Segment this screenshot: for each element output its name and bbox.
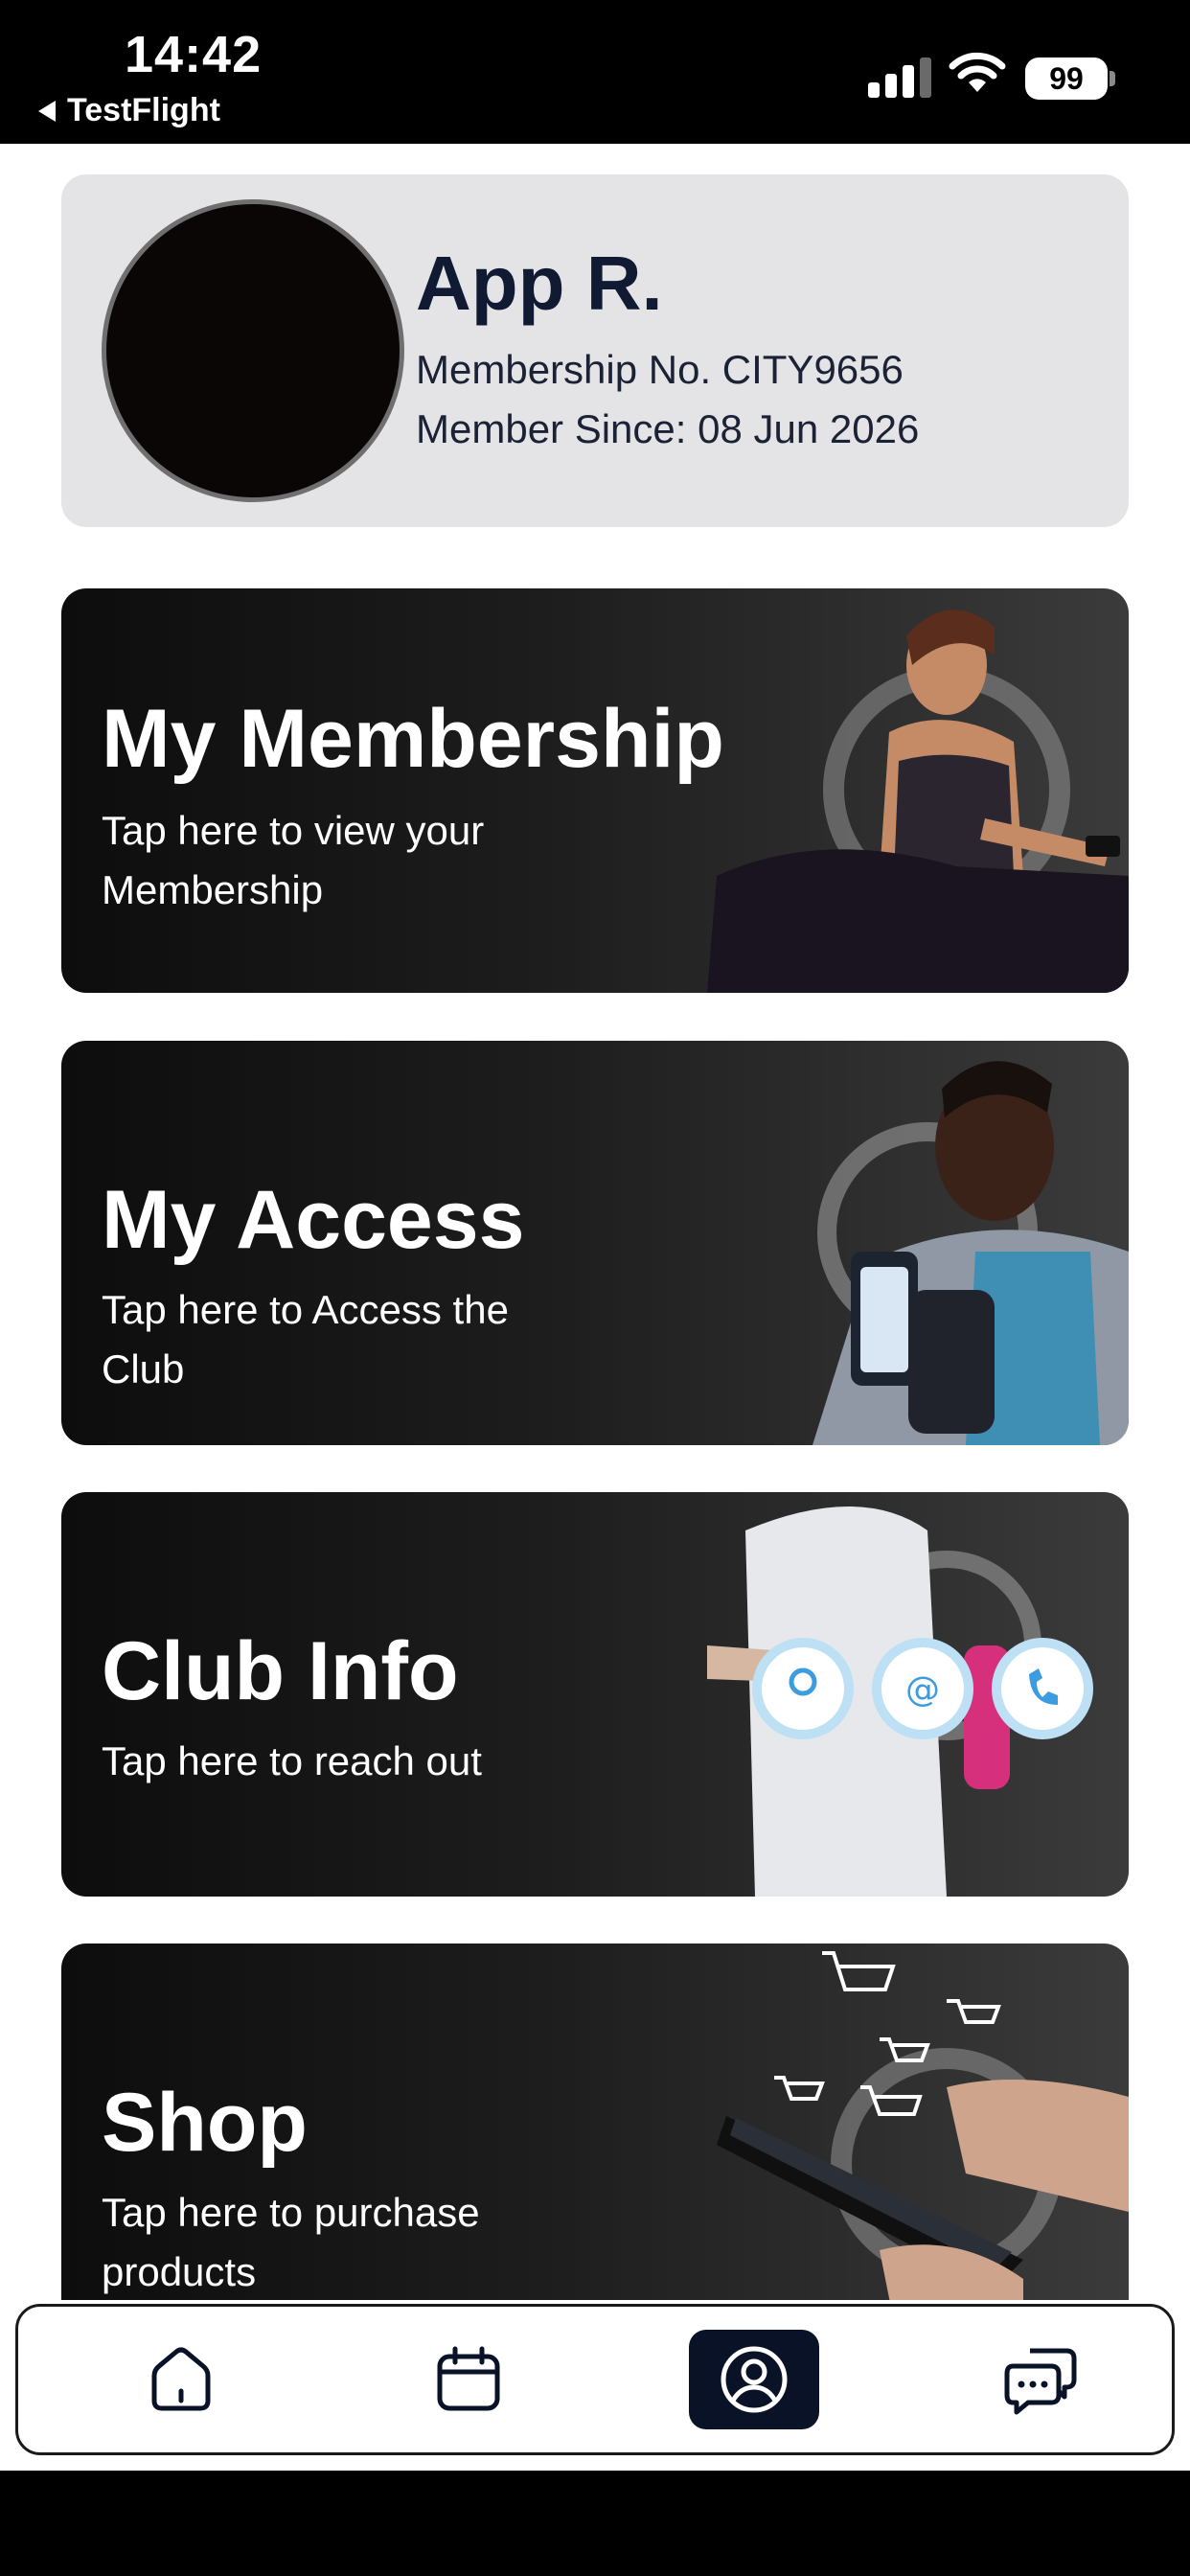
back-arrow-icon [38, 100, 56, 122]
shop-card[interactable]: Shop Tap here to purchase products [61, 1944, 1129, 2346]
nav-home-button[interactable] [116, 2330, 246, 2429]
fitness-woman-illustration [707, 610, 1129, 993]
wifi-icon [949, 52, 1006, 92]
home-indicator-area [0, 2471, 1190, 2576]
profile-name: App R. [416, 241, 663, 326]
profile-icon [721, 2346, 788, 2413]
nav-profile-button[interactable] [689, 2330, 819, 2429]
member-since: Member Since: 08 Jun 2026 [416, 406, 920, 451]
club-info-card[interactable]: Club Info Tap here to reach out @ [61, 1492, 1129, 1897]
nav-chat-button[interactable] [976, 2330, 1107, 2429]
card-title: My Access [102, 1174, 525, 1266]
back-app-label: TestFlight [67, 92, 220, 128]
calendar-icon [437, 2346, 500, 2411]
card-subtitle: Tap here to reach out [102, 1738, 482, 1783]
my-access-card[interactable]: My Access Tap here to Access the Club [61, 1041, 1129, 1445]
battery-nub [1110, 71, 1115, 86]
status-time: 14:42 [125, 26, 263, 83]
bottom-nav [15, 2304, 1175, 2455]
avatar[interactable] [102, 199, 404, 502]
chat-icon [1004, 2348, 1077, 2415]
my-membership-card[interactable]: My Membership Tap here to view your Memb… [61, 588, 1129, 993]
signal-icon [868, 58, 931, 98]
card-title: Club Info [102, 1625, 459, 1717]
card-subtitle: Tap here to Access the Club [102, 1287, 509, 1392]
card-title: My Membership [102, 693, 724, 785]
shopping-cart-phone-illustration [717, 1951, 1129, 2346]
card-subtitle: Tap here to purchase products [102, 2190, 480, 2294]
svg-text:@: @ [905, 1670, 940, 1710]
battery-icon: 99 [1025, 58, 1108, 100]
profile-card[interactable]: App R. Membership No. CITY9656 Member Si… [61, 174, 1129, 527]
back-to-testflight-link[interactable]: TestFlight [38, 92, 220, 129]
card-subtitle: Tap here to view your Membership [102, 808, 485, 912]
card-title: Shop [102, 2077, 308, 2169]
status-bar: 14:42 TestFlight 99 [0, 0, 1190, 144]
access-phone-man-illustration [812, 1061, 1129, 1445]
membership-number: Membership No. CITY9656 [416, 347, 904, 392]
contact-options-illustration: @ [707, 1506, 1093, 1897]
home-icon [151, 2347, 211, 2411]
nav-calendar-button[interactable] [403, 2330, 534, 2429]
